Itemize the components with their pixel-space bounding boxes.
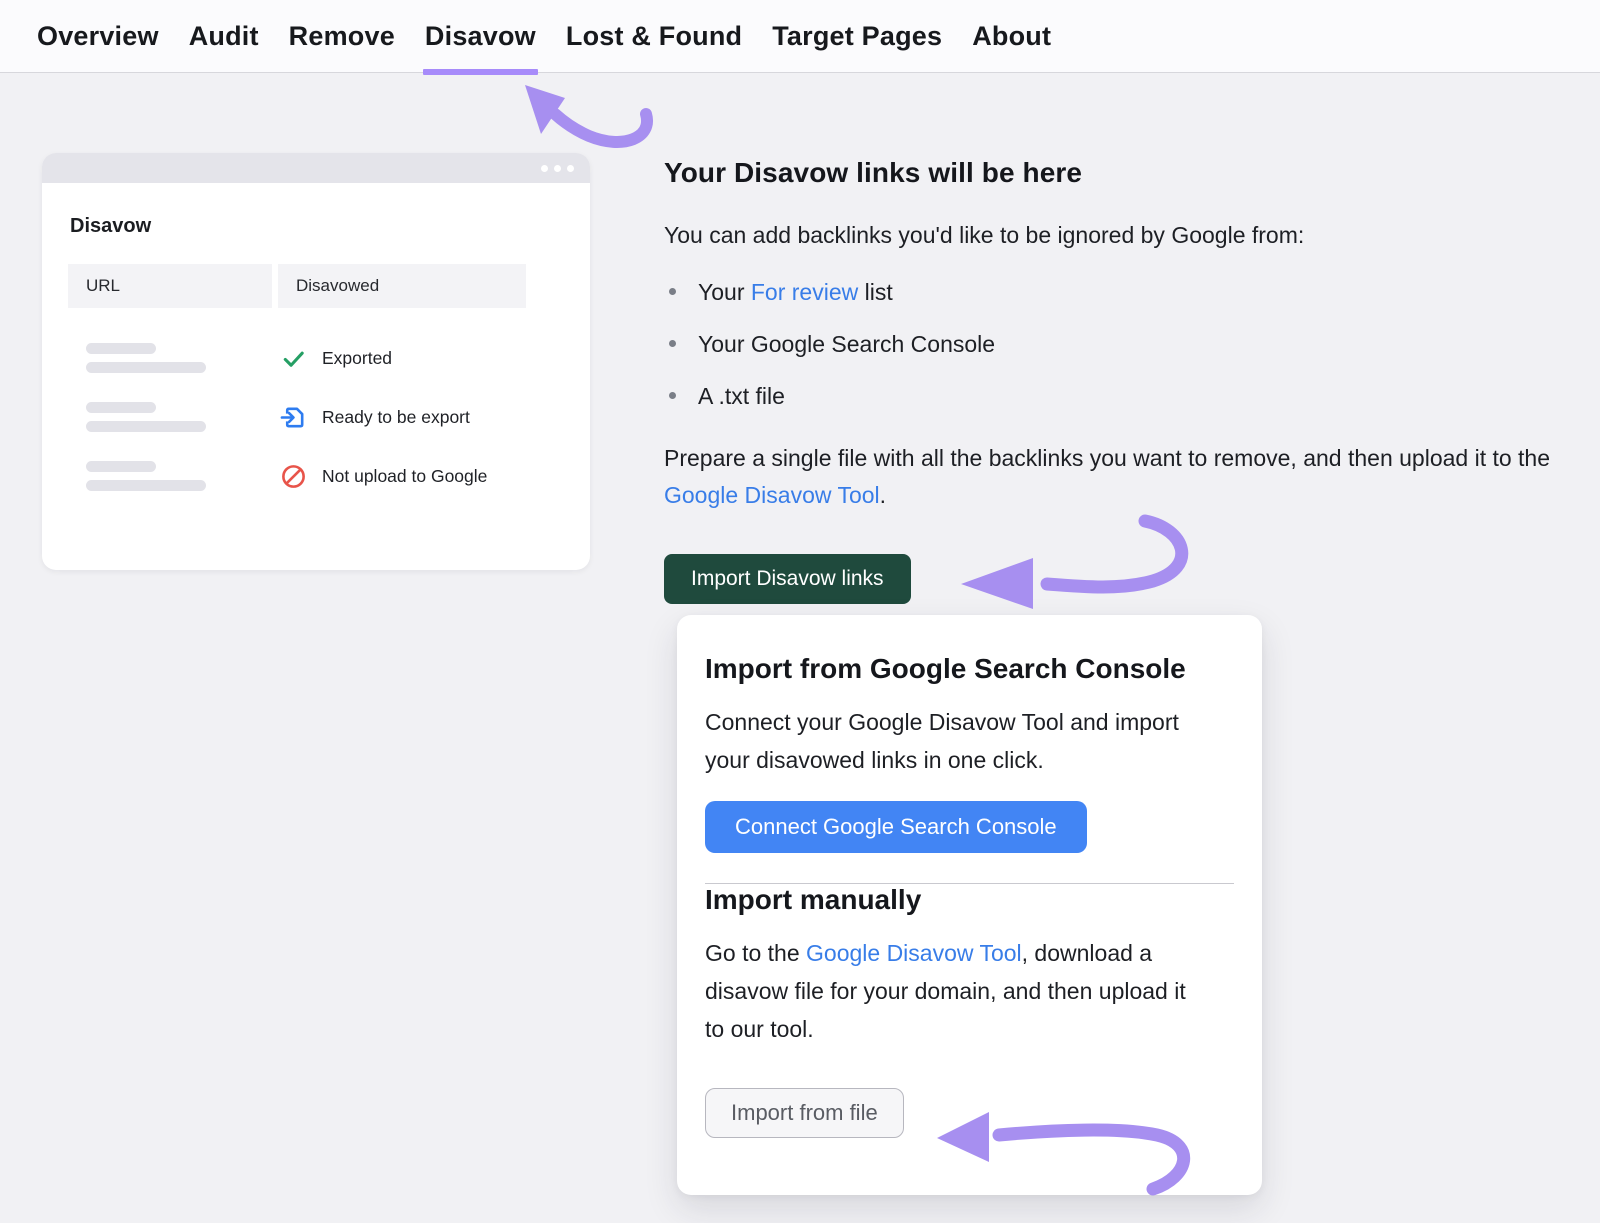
url-placeholder-bars [68,402,272,432]
window-titlebar [42,153,590,183]
gsc-section-body: Connect your Google Disavow Tool and imp… [705,703,1205,779]
tab-target-pages[interactable]: Target Pages [772,0,942,72]
manual-section-heading: Import manually [705,884,1234,916]
import-popup: Import from Google Search Console Connec… [677,615,1262,1195]
bullet-text: A .txt file [698,383,785,409]
google-disavow-tool-link[interactable]: Google Disavow Tool [664,482,880,508]
column-header-url: URL [68,264,272,308]
connect-google-search-console-button[interactable]: Connect Google Search Console [705,801,1087,853]
table-row: Exported [68,332,590,384]
check-icon [280,345,307,372]
disavow-empty-state: Your Disavow links will be here You can … [664,157,1584,604]
blocked-icon [280,463,307,490]
table-header: URL Disavowed [68,264,590,308]
status-not-uploaded: Not upload to Google [280,463,487,490]
tab-audit[interactable]: Audit [189,0,259,72]
window-dots-icon [541,165,574,172]
export-file-icon [280,404,307,431]
import-disavow-links-button[interactable]: Import Disavow links [664,554,911,604]
list-item: Your For review list [698,276,1584,309]
bullet-text: Your Google Search Console [698,331,995,357]
manual-section-body: Go to the Google Disavow Tool, download … [705,934,1205,1048]
arrow-to-disavow-tab-icon [505,78,665,158]
list-item: Your Google Search Console [698,328,1584,361]
import-from-file-button[interactable]: Import from file [705,1088,904,1138]
prepare-text: Prepare a single file with all the backl… [664,440,1579,514]
tab-disavow[interactable]: Disavow [425,0,536,72]
page-title: Your Disavow links will be here [664,157,1584,189]
manual-body-pre: Go to the [705,940,806,966]
status-label: Ready to be export [322,407,470,428]
table-row: Ready to be export [68,391,590,443]
bullet-text: list [858,279,893,305]
tab-about[interactable]: About [972,0,1051,72]
tab-overview[interactable]: Overview [37,0,159,72]
prepare-pre: Prepare a single file with all the backl… [664,445,1550,471]
tab-lost-and-found[interactable]: Lost & Found [566,0,742,72]
sources-list: Your For review list Your Google Search … [664,276,1584,413]
tab-bar: Overview Audit Remove Disavow Lost & Fou… [0,0,1600,73]
url-placeholder-bars [68,343,272,373]
list-item: A .txt file [698,380,1584,413]
disavow-preview-card: Disavow URL Disavowed Exported Ready [42,153,590,570]
table-row: Not upload to Google [68,450,590,502]
status-label: Not upload to Google [322,466,487,487]
google-disavow-tool-link[interactable]: Google Disavow Tool [806,940,1022,966]
card-title: Disavow [70,215,590,238]
status-ready-to-export: Ready to be export [280,404,470,431]
prepare-post: . [880,482,886,508]
gsc-section-heading: Import from Google Search Console [705,653,1234,685]
tab-remove[interactable]: Remove [289,0,395,72]
status-exported: Exported [280,345,392,372]
status-label: Exported [322,348,392,369]
column-header-disavowed: Disavowed [278,264,526,308]
intro-text: You can add backlinks you'd like to be i… [664,222,1584,249]
table-body: Exported Ready to be export Not [68,332,590,502]
bullet-text: Your [698,279,751,305]
for-review-link[interactable]: For review [751,279,858,305]
url-placeholder-bars [68,461,272,491]
